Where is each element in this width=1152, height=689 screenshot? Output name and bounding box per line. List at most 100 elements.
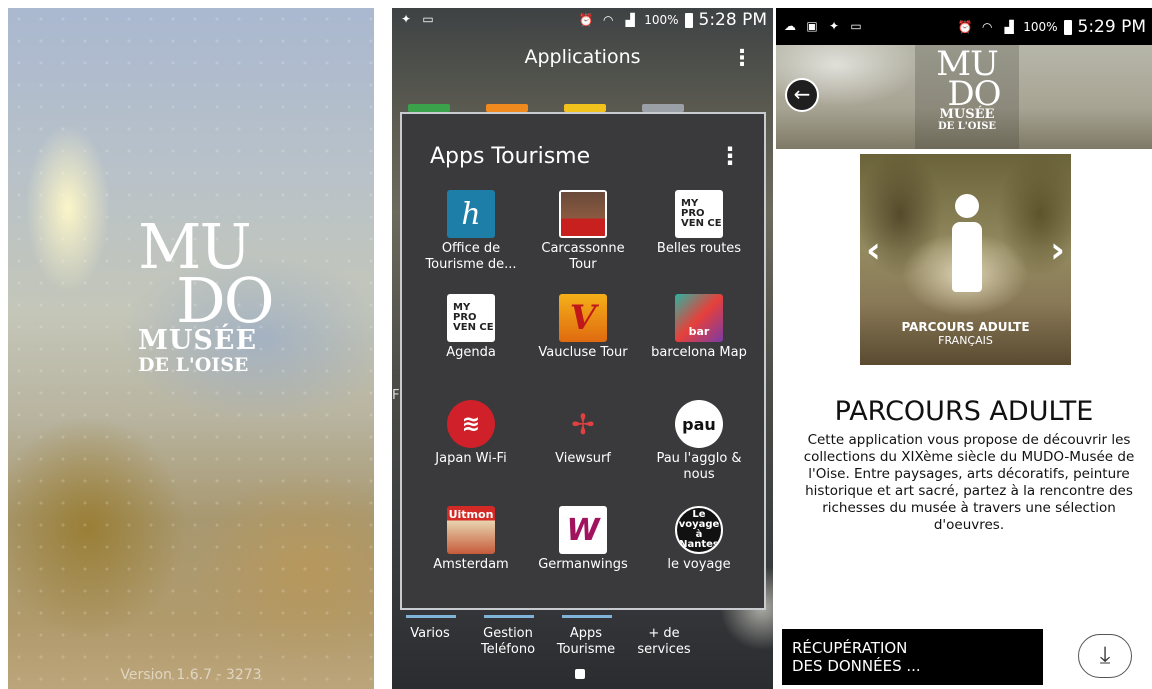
- status-left-icons: ✦ ▭: [398, 12, 436, 26]
- status-left-icons: ☁ ▣ ✦ ▭: [782, 19, 864, 33]
- parcours-artwork-carousel[interactable]: ‹ › PARCOURS ADULTE FRANÇAIS: [860, 154, 1071, 365]
- logo-line-oise: DE L'OISE: [937, 121, 997, 132]
- app-amsterdam[interactable]: Uitmon Amsterdam: [416, 506, 526, 573]
- page: MU DO MUSÉE DE L'OISE Version 1.6.7 - 32…: [0, 0, 1152, 689]
- japan-wifi-icon: ≋: [447, 400, 495, 448]
- voicemail-icon: ▭: [422, 12, 434, 26]
- app-le-voyage[interactable]: Le voyage à Nantes le voyage: [644, 506, 754, 573]
- mudo-logo: MU DO MUSÉE DE L'OISE: [923, 47, 1011, 132]
- belles-routes-icon: MY PRO VEN CE: [675, 190, 723, 238]
- artwork-caption-title: PARCOURS ADULTE: [901, 320, 1030, 334]
- image-icon: ▣: [806, 19, 818, 33]
- app-office-tourisme[interactable]: h Office de Tourisme de...: [416, 190, 526, 273]
- app-label: Germanwings: [538, 557, 628, 572]
- banner-logo-box: MU DO MUSÉE DE L'OISE: [915, 45, 1019, 149]
- app-barcelona-map[interactable]: bar barcelona Map: [644, 294, 754, 361]
- voicemail-icon: ▭: [850, 19, 862, 33]
- signal-icon: ▟: [1004, 20, 1014, 34]
- status-bar: ☁ ▣ ✦ ▭ ⏰ ◠ ▟ 100% 5:29 PM: [776, 8, 1152, 45]
- download-arrow-icon: ⤓: [1099, 641, 1111, 669]
- app-germanwings[interactable]: W Germanwings: [528, 506, 638, 573]
- carousel-next-chevron-icon[interactable]: ›: [1050, 230, 1065, 271]
- alarm-icon: ⏰: [578, 13, 594, 27]
- status-right-icons: ⏰ ◠ ▟ 100% 5:29 PM: [957, 17, 1146, 37]
- dock-indicator: [484, 615, 534, 618]
- background-app-icon: [408, 104, 450, 112]
- background-app-icon: [486, 104, 528, 112]
- apps-overflow-menu-icon[interactable]: ⋮: [731, 46, 753, 71]
- dock-item-plus-de-services[interactable]: + de services: [624, 626, 704, 658]
- wifi-icon: ◠: [981, 20, 993, 34]
- status-right-icons: ⏰ ◠ ▟ 100% 5:28 PM: [578, 10, 767, 30]
- office-tourisme-icon: h: [447, 190, 495, 238]
- download-button[interactable]: ⤓: [1078, 634, 1132, 678]
- app-belles-routes[interactable]: MY PRO VEN CE Belles routes: [644, 190, 754, 257]
- battery-percent: 100%: [1023, 20, 1058, 34]
- wifi-icon: ◠: [602, 13, 614, 27]
- logo-line-musee: MUSÉE: [138, 325, 258, 356]
- parcours-description: Cette application vous propose de découv…: [803, 432, 1135, 533]
- app-label: Carcassonne Tour: [541, 241, 625, 272]
- carcassonne-tour-icon: [559, 190, 607, 238]
- header-banner: ← MU DO MUSÉE DE L'OISE: [776, 45, 1152, 149]
- download-status-box: RÉCUPÉRATION DES DONNÉES ...: [782, 629, 1043, 685]
- launcher-screen: ✦ ▭ ⏰ ◠ ▟ 100% 5:28 PM Applications ⋮ F …: [392, 8, 773, 689]
- app-label: Amsterdam: [433, 557, 509, 572]
- back-button[interactable]: ←: [785, 78, 819, 112]
- app-viewsurf[interactable]: ✢ Viewsurf: [528, 400, 638, 467]
- battery-icon: [684, 12, 693, 28]
- alarm-icon: ⏰: [957, 20, 973, 34]
- clock: 5:29 PM: [1077, 17, 1147, 37]
- app-label: Pau l'agglo & nous: [656, 451, 742, 482]
- app-label: le voyage: [667, 557, 731, 572]
- battery-icon: [1063, 19, 1072, 35]
- app-pau[interactable]: pau Pau l'agglo & nous: [644, 400, 754, 483]
- app-label: barcelona Map: [651, 345, 747, 360]
- carousel-prev-chevron-icon[interactable]: ‹: [866, 230, 881, 271]
- app-label: Viewsurf: [555, 451, 611, 466]
- splash-screen: MU DO MUSÉE DE L'OISE Version 1.6.7 - 32…: [8, 8, 374, 689]
- dock-item-apps-tourisme[interactable]: Apps Tourisme: [546, 626, 626, 658]
- germanwings-icon: W: [559, 506, 607, 554]
- cloud-icon: ☁: [784, 19, 796, 33]
- parcours-detail-screen: ☁ ▣ ✦ ▭ ⏰ ◠ ▟ 100% 5:29 PM ← MU DO MUSÉE…: [776, 8, 1152, 689]
- app-label: Japan Wi-Fi: [435, 451, 507, 466]
- artwork-caption: PARCOURS ADULTE FRANÇAIS: [860, 320, 1071, 348]
- download-label-line1: RÉCUPÉRATION: [792, 639, 908, 657]
- dock-item-gestion-telefono[interactable]: Gestion Teléfono: [468, 626, 548, 658]
- clock: 5:28 PM: [698, 10, 768, 30]
- apps-tourisme-folder: Apps Tourisme ⋮ h Office de Tourisme de.…: [400, 112, 766, 610]
- dock-indicator: [562, 615, 612, 618]
- folder-menu-icon[interactable]: ⋮: [718, 142, 742, 170]
- status-bar: ✦ ▭ ⏰ ◠ ▟ 100% 5:28 PM: [392, 8, 773, 34]
- parcours-title: PARCOURS ADULTE: [834, 396, 1094, 427]
- viewsurf-icon: ✢: [571, 407, 595, 441]
- background-app-icon: [642, 104, 684, 112]
- app-carcassonne-tour[interactable]: Carcassonne Tour: [528, 190, 638, 273]
- pau-icon: pau: [675, 400, 723, 448]
- barcelona-map-icon: bar: [675, 294, 723, 342]
- folder-title[interactable]: Apps Tourisme: [430, 144, 590, 169]
- applications-header: Applications: [524, 46, 641, 68]
- back-arrow-icon: ←: [793, 82, 811, 106]
- background-app-icon: [564, 104, 606, 112]
- notification-app-icon: ✦: [400, 12, 412, 26]
- vaucluse-tour-icon: V: [559, 294, 607, 342]
- notification-app-icon: ✦: [828, 19, 840, 33]
- app-label: Belles routes: [656, 241, 742, 256]
- dock-item-varios[interactable]: Varios: [392, 626, 470, 642]
- home-page-indicator: [575, 669, 585, 679]
- battery-percent: 100%: [644, 13, 679, 27]
- app-japan-wifi[interactable]: ≋ Japan Wi-Fi: [416, 400, 526, 467]
- app-agenda[interactable]: MY PRO VEN CE Agenda: [416, 294, 526, 361]
- agenda-icon: MY PRO VEN CE: [447, 294, 495, 342]
- dock-indicator: [406, 615, 456, 618]
- mudo-logo: MU DO MUSÉE DE L'OISE: [138, 216, 308, 377]
- person-icon: [952, 222, 982, 292]
- app-vaucluse-tour[interactable]: V Vaucluse Tour: [528, 294, 638, 361]
- app-label: Agenda: [446, 345, 496, 360]
- background-text-peek: F: [392, 388, 400, 403]
- signal-icon: ▟: [625, 13, 635, 27]
- version-label: Version 1.6.7 - 3273: [120, 667, 262, 683]
- artwork-caption-language: FRANÇAIS: [938, 334, 993, 347]
